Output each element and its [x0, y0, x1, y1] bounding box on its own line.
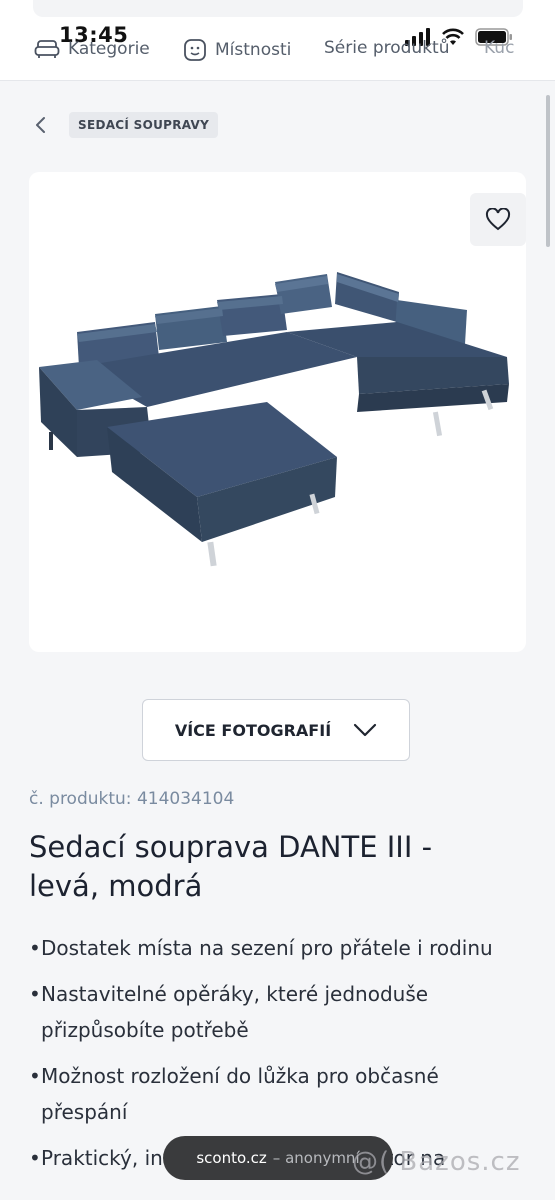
feature-item: • Nastavitelné opěráky, které jednoduše p… — [29, 982, 429, 1042]
product-number: č. produktu: 414034104 — [29, 789, 235, 809]
smiley-icon — [184, 39, 206, 61]
feature-item: • Dostatek místa na sezení pro přátele i … — [29, 936, 493, 960]
toast-mode: – anonymní — [272, 1149, 360, 1167]
feature-item: • Možnost rozložení do lůžka pro občasné … — [29, 1064, 439, 1124]
nav-item-kategorie[interactable]: Kategorie — [34, 38, 150, 60]
nav-label-kuc: Kuc — [484, 38, 515, 58]
product-photo-sofa — [39, 272, 509, 567]
nav-label-mistnosti: Místnosti — [215, 40, 292, 60]
nav-item-mistnosti[interactable]: Místnosti — [183, 38, 291, 62]
chevron-down-icon — [354, 723, 377, 737]
favorite-button[interactable] — [470, 193, 526, 246]
feature-text: Nastavitelné opěráky, které jednoduše př… — [41, 982, 429, 1042]
nav-item-kuchyne[interactable]: Kuc — [484, 38, 514, 58]
scrollbar[interactable] — [546, 95, 550, 247]
sofa-icon — [34, 40, 60, 58]
search-bar[interactable] — [33, 0, 523, 17]
nav-item-serie-produktu[interactable]: Série produktů — [324, 38, 449, 58]
nav-label-kategorie: Kategorie — [68, 39, 150, 59]
feature-text: Dostatek místa na sezení pro přátele i r… — [41, 936, 493, 960]
bazos-watermark: @( Bazos.cz — [352, 1147, 521, 1177]
more-photos-button[interactable]: VÍCE FOTOGRAFIÍ — [142, 699, 410, 761]
chevron-left-icon[interactable] — [29, 112, 53, 138]
heart-icon — [485, 207, 511, 230]
more-photos-label: VÍCE FOTOGRAFIÍ — [174, 720, 332, 740]
product-title: Sedací souprava DANTE III - levá, modrá — [29, 830, 433, 903]
breadcrumb-category-link[interactable]: SEDACÍ SOUPRAVY — [69, 112, 219, 138]
toast-domain: sconto.cz — [196, 1149, 267, 1167]
category-nav: Kategorie Místnosti Série produktů Kuc — [0, 30, 555, 80]
feature-text: Možnost rozložení do lůžka pro občasné p… — [41, 1064, 439, 1124]
nav-divider — [0, 80, 555, 81]
nav-label-serie: Série produktů — [324, 38, 450, 58]
